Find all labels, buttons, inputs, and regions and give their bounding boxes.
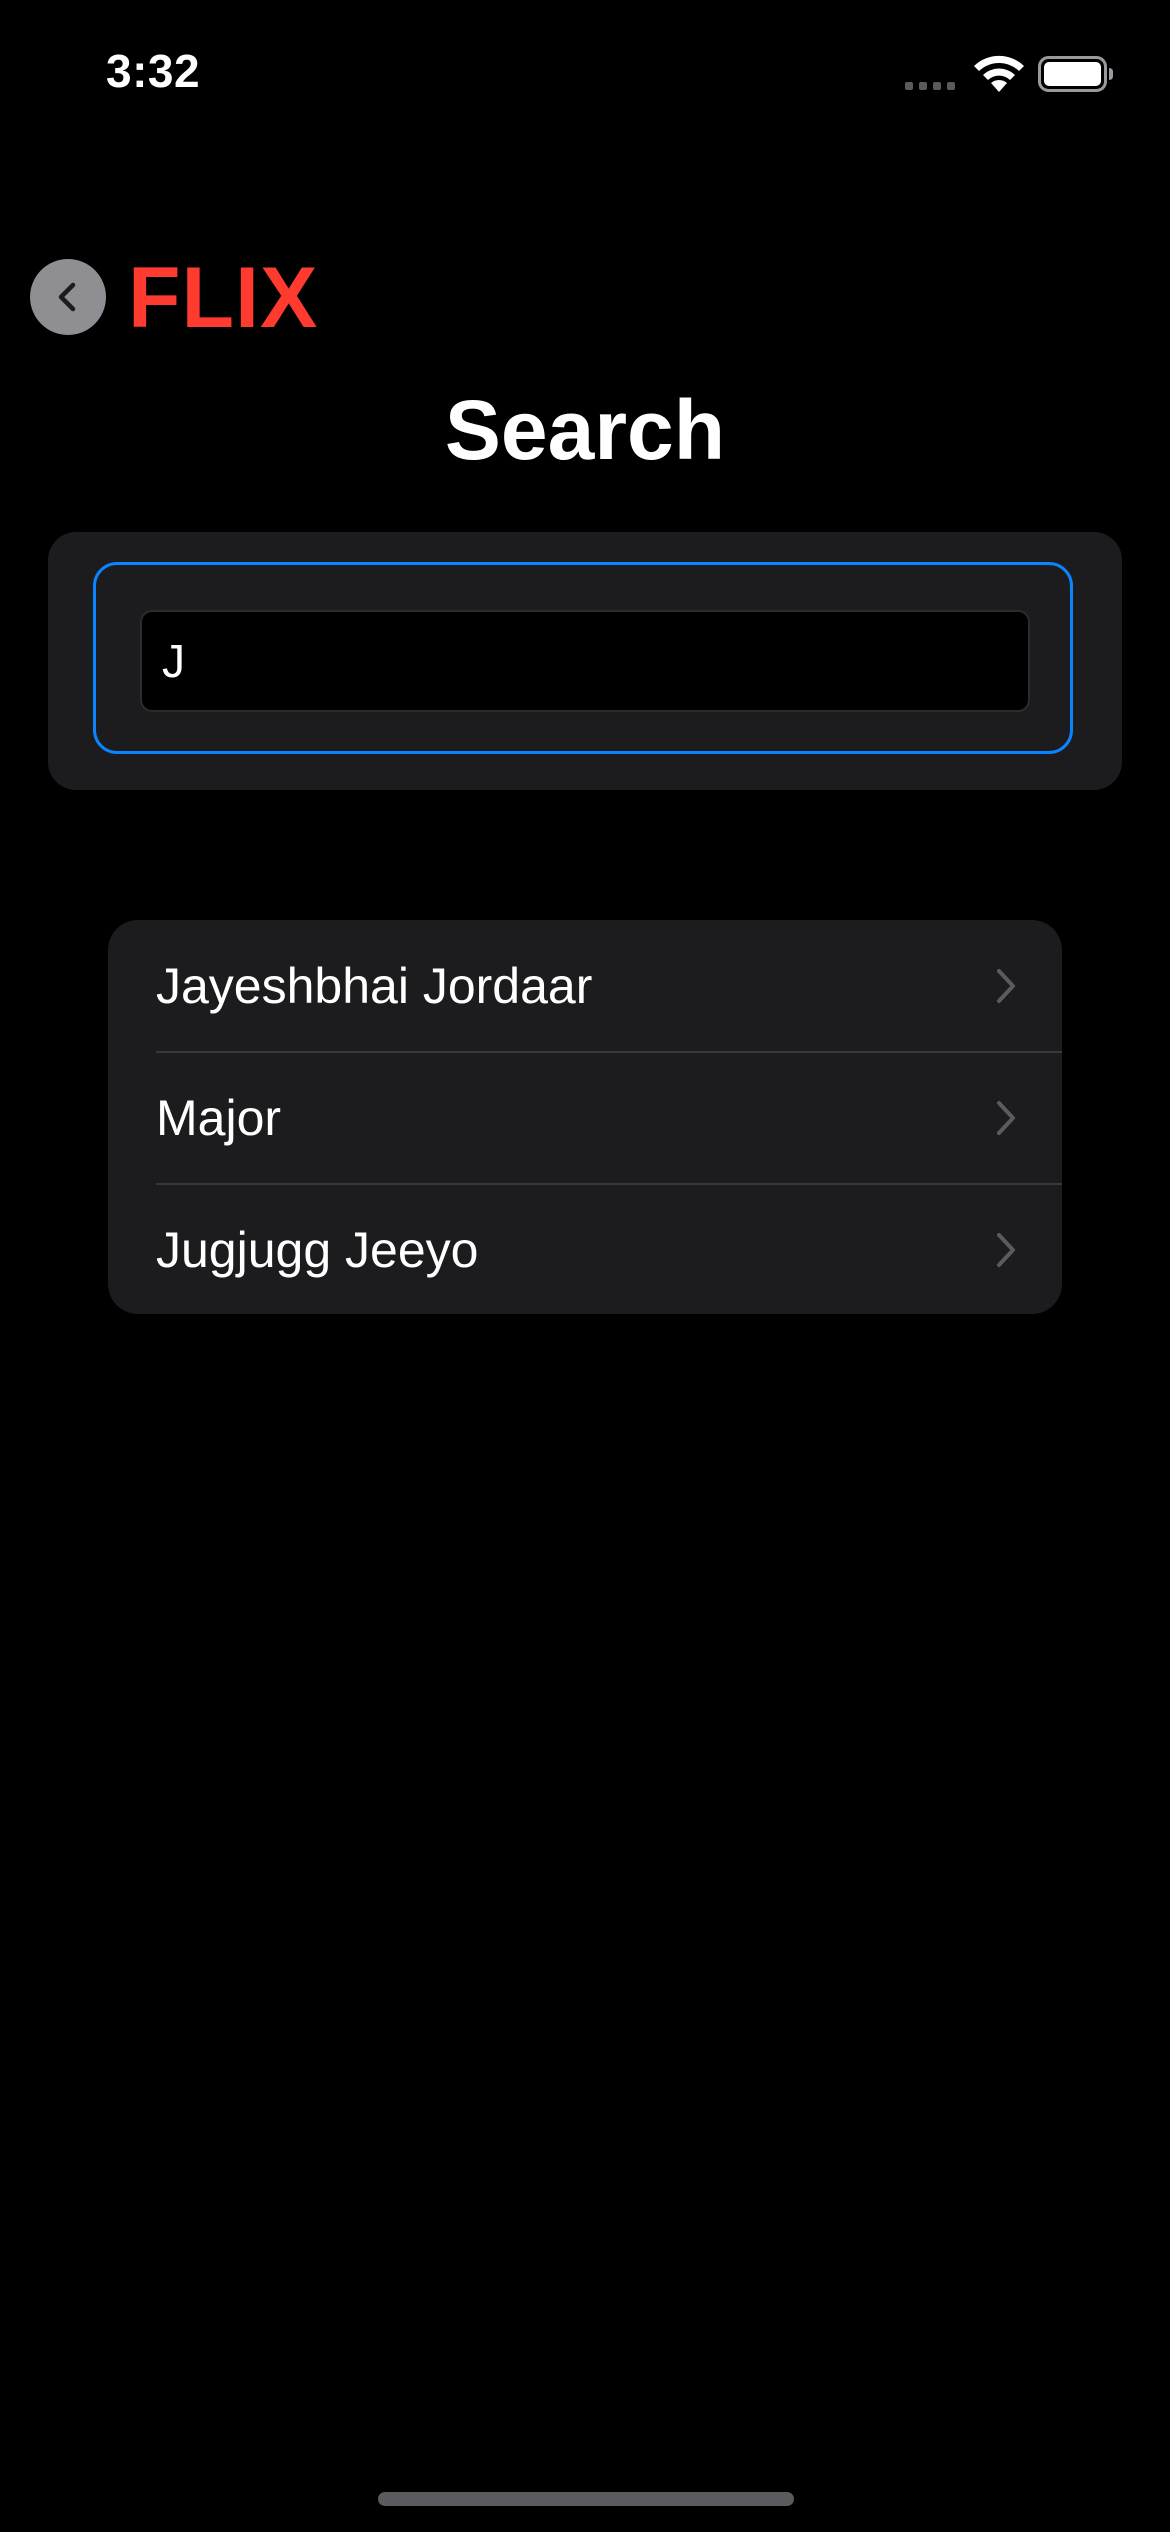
list-item-title: Jugjugg Jeeyo: [156, 1222, 479, 1278]
back-button[interactable]: [30, 259, 106, 335]
list-item-title: Major: [156, 1090, 282, 1146]
chevron-right-icon: [997, 969, 1015, 1003]
list-item[interactable]: Major: [108, 1052, 1062, 1184]
chevron-right-icon: [997, 1233, 1015, 1267]
wifi-icon: [974, 55, 1024, 92]
search-input[interactable]: [140, 610, 1030, 712]
chevron-left-icon: [58, 282, 76, 312]
home-indicator[interactable]: [378, 2492, 794, 2506]
list-item[interactable]: Jayeshbhai Jordaar: [108, 920, 1062, 1052]
app-logo: FLIX: [128, 250, 319, 346]
chevron-right-icon: [997, 1101, 1015, 1135]
status-time: 3:32: [106, 45, 201, 97]
page-title: Search: [444, 383, 726, 477]
status-bar: 3:32: [0, 0, 1170, 150]
cellular-signal-icon: [905, 82, 955, 90]
list-item[interactable]: Jugjugg Jeeyo: [108, 1184, 1062, 1314]
list-item-title: Jayeshbhai Jordaar: [156, 958, 593, 1014]
results-list: Jayeshbhai Jordaar Major Jugjugg Jeeyo: [108, 920, 1062, 1314]
search-panel: [48, 532, 1122, 790]
battery-icon: [1038, 56, 1113, 92]
